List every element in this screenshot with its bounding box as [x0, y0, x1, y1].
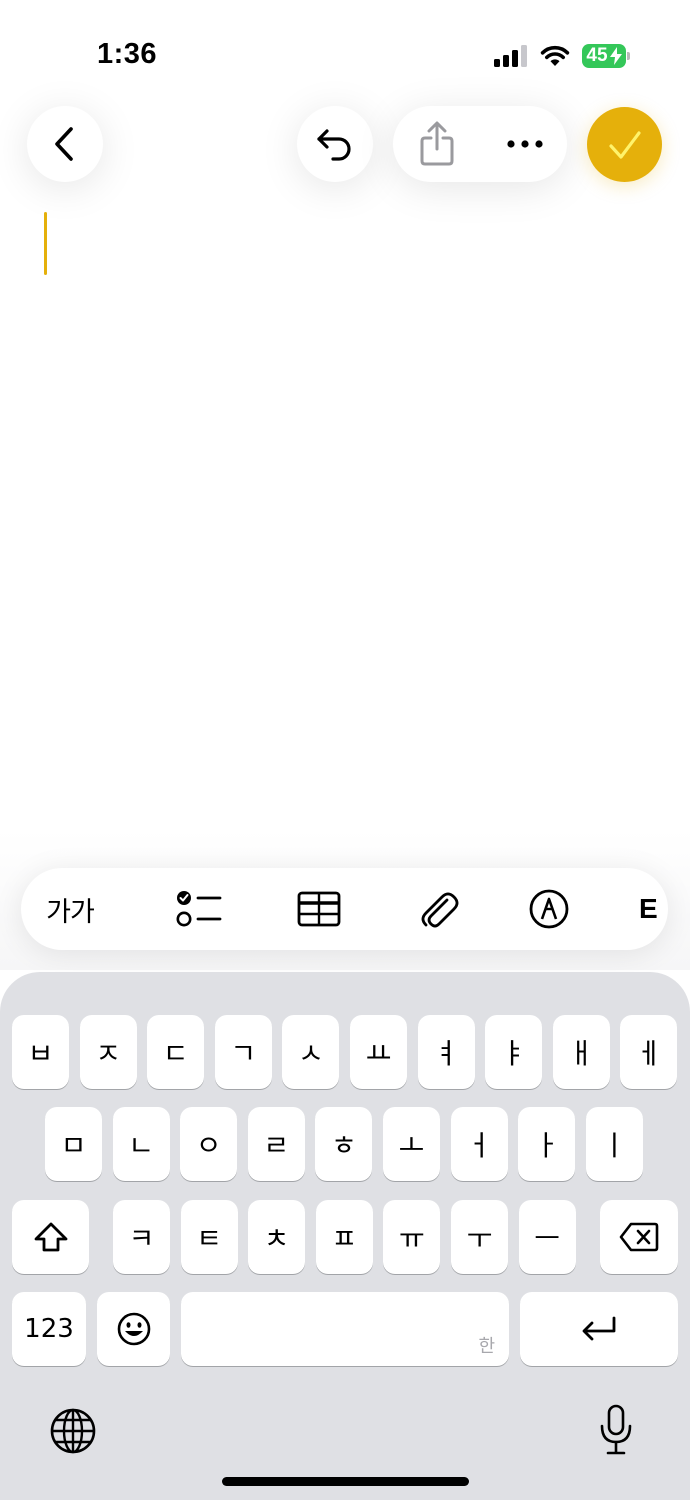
status-bar: 1:36 45 — [0, 0, 690, 100]
letter-key[interactable]: ㅅ — [282, 1015, 340, 1089]
delete-key[interactable] — [600, 1200, 678, 1274]
letter-key[interactable]: ㅍ — [315, 1200, 373, 1274]
letter-key[interactable]: ㅑ — [485, 1015, 543, 1089]
letter-key[interactable]: ㄴ — [112, 1107, 170, 1181]
letter-key[interactable]: ㅏ — [518, 1107, 576, 1181]
battery-level: 45 — [586, 45, 608, 66]
more-tools-button[interactable]: E — [639, 868, 668, 950]
microphone-icon — [600, 1404, 632, 1455]
letter-key[interactable]: ㅂ — [12, 1015, 69, 1089]
wifi-icon — [540, 45, 570, 66]
shift-key[interactable] — [12, 1200, 89, 1274]
ellipsis-icon — [507, 140, 543, 148]
charging-bolt-icon — [610, 47, 622, 65]
markup-icon — [529, 889, 569, 929]
table-icon — [297, 891, 341, 927]
letter-key[interactable]: ㅗ — [383, 1107, 440, 1181]
undo-icon — [317, 129, 351, 161]
space-key[interactable]: 한 — [181, 1292, 509, 1366]
letter-key[interactable]: ㄱ — [214, 1015, 272, 1089]
checklist-icon — [176, 891, 222, 927]
letter-key[interactable]: ㅊ — [248, 1200, 306, 1274]
return-key[interactable] — [520, 1292, 678, 1366]
letter-key[interactable]: ㅜ — [451, 1200, 508, 1274]
chevron-left-icon — [55, 127, 73, 161]
return-icon — [582, 1316, 616, 1341]
note-editor[interactable] — [0, 200, 690, 840]
share-button[interactable] — [411, 118, 463, 170]
share-icon — [420, 121, 454, 166]
more-options-button[interactable] — [499, 118, 551, 170]
status-time: 1:36 — [97, 38, 158, 70]
numbers-key[interactable]: 123 — [12, 1292, 86, 1366]
markup-button[interactable] — [519, 868, 579, 950]
keyboard: ㅂㅈㄷㄱㅅㅛㅕㅑㅐㅔ ㅁㄴㅇㄹㅎㅗㅓㅏㅣ ㅋㅌㅊㅍㅠㅜㅡ 123 한 — [0, 972, 690, 1500]
done-button[interactable] — [587, 107, 662, 182]
shift-icon — [34, 1222, 67, 1252]
text-cursor — [44, 212, 47, 275]
signal-icon — [494, 45, 527, 67]
letter-key[interactable]: ㅠ — [383, 1200, 441, 1274]
letter-key[interactable]: ㅐ — [552, 1015, 610, 1089]
letter-key[interactable]: ㅌ — [180, 1200, 238, 1274]
letter-key[interactable]: ㄷ — [147, 1015, 205, 1089]
table-button[interactable] — [289, 868, 349, 950]
checkmark-icon — [608, 130, 641, 159]
attachment-button[interactable] — [409, 868, 469, 950]
battery-cap — [627, 52, 630, 60]
letter-key[interactable]: ㅁ — [45, 1107, 102, 1181]
letter-key[interactable]: ㅋ — [113, 1200, 170, 1274]
checklist-button[interactable] — [169, 868, 229, 950]
letter-key[interactable]: ㄹ — [247, 1107, 305, 1181]
actions-pill — [393, 106, 567, 182]
back-button[interactable] — [27, 106, 103, 182]
letter-key[interactable]: ㅛ — [350, 1015, 407, 1089]
emoji-icon — [117, 1312, 150, 1346]
letter-key[interactable]: ㅎ — [315, 1107, 373, 1181]
delete-icon — [619, 1222, 659, 1252]
letter-key[interactable]: ㅔ — [620, 1015, 678, 1089]
format-toolbar: 가가 E — [21, 868, 668, 950]
emoji-key[interactable] — [97, 1292, 170, 1366]
letter-key[interactable]: ㅇ — [180, 1107, 238, 1181]
language-hint: 한 — [478, 1336, 495, 1357]
battery-icon: 45 — [582, 44, 630, 68]
letter-key[interactable]: ㅈ — [79, 1015, 137, 1089]
undo-button[interactable] — [297, 106, 373, 182]
globe-button[interactable] — [48, 1406, 98, 1456]
letter-key[interactable]: ㅕ — [417, 1015, 475, 1089]
paperclip-icon — [421, 892, 459, 928]
letter-key[interactable]: ㅓ — [450, 1107, 508, 1181]
dictation-button[interactable] — [596, 1402, 636, 1458]
letter-key[interactable]: ㅡ — [518, 1200, 576, 1274]
text-format-button[interactable]: 가가 — [35, 868, 105, 950]
letter-key[interactable]: ㅣ — [585, 1107, 643, 1181]
globe-icon — [50, 1408, 96, 1454]
home-indicator — [222, 1477, 469, 1486]
